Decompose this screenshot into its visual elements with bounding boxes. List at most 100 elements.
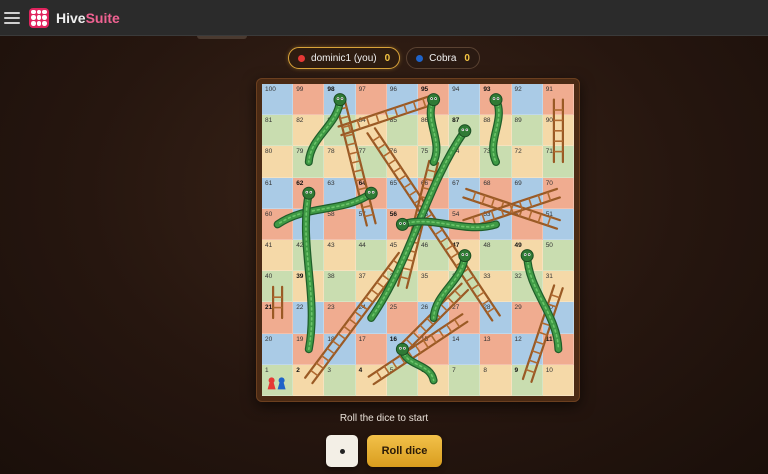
board-cell-98: 98 [324, 84, 356, 116]
player-score: 0 [464, 52, 470, 64]
board-cell-50: 50 [542, 239, 574, 272]
status-text: Roll the dice to start [339, 413, 429, 424]
board-cell-22: 22 [293, 302, 325, 334]
board-cell-29: 29 [511, 302, 543, 334]
board-cell-20: 20 [262, 333, 294, 365]
board-cell-13: 13 [480, 333, 512, 365]
board-cell-48: 48 [480, 239, 512, 272]
board-cell-53: 53 [480, 208, 512, 240]
board-cell-61: 61 [262, 177, 294, 209]
board-cell-84: 84 [355, 115, 387, 147]
player-color-dot [298, 54, 306, 62]
board-cell-46: 46 [417, 239, 450, 272]
board-cell-12: 12 [511, 333, 543, 365]
board-cell-67: 67 [449, 177, 481, 209]
board-cell-44: 44 [355, 239, 387, 272]
board-cell-39: 39 [293, 271, 325, 303]
board-cell-26: 26 [417, 302, 450, 334]
board-cell-58: 58 [324, 208, 356, 240]
board-cell-40: 40 [262, 271, 294, 303]
board-cell-66: 66 [417, 177, 450, 209]
player-pill-opponent: Cobra 0 [406, 47, 480, 69]
board-cell-15: 15 [417, 333, 450, 365]
board-cell-91: 91 [542, 84, 574, 116]
board-cell-27: 27 [449, 302, 481, 334]
players-bar: dominic1 (you) 0 Cobra 0 [0, 47, 768, 69]
board-cell-7: 7 [449, 364, 481, 396]
board-cell-9: 9 [511, 364, 543, 396]
board-cell-34: 34 [449, 271, 481, 303]
board-cell-8: 8 [480, 364, 512, 396]
board-cell-21: 21 [262, 302, 294, 334]
board-cell-1: 1 [262, 364, 294, 396]
die-face-icon[interactable] [326, 435, 358, 467]
board-grid: 100 99 98 97 96 95 94 93 92 91 81 82 83 84 85 86 87 88 89 9… [262, 84, 574, 396]
board-cell-32: 32 [511, 271, 543, 303]
board-cell-28: 28 [480, 302, 512, 334]
board-cell-62: 62 [293, 177, 325, 209]
board-cell-3: 3 [324, 364, 356, 396]
roll-dice-button[interactable]: Roll dice [367, 435, 442, 467]
board-cell-38: 38 [324, 271, 356, 303]
board-cell-45: 45 [386, 239, 418, 272]
board-cell-85: 85 [386, 115, 418, 147]
board-cell-96: 96 [386, 84, 418, 116]
board-cell-90: 90 [542, 115, 574, 147]
board-cell-2: 2 [293, 364, 325, 396]
controls: Roll dice [0, 435, 768, 467]
board-cell-72: 72 [511, 146, 543, 178]
board-cell-43: 43 [324, 239, 356, 272]
die-pip [339, 448, 345, 454]
board-cell-99: 99 [293, 84, 325, 116]
board-cell-19: 19 [293, 333, 325, 365]
board-cell-63: 63 [324, 177, 356, 209]
board-cell-92: 92 [511, 84, 543, 116]
board-cell-6: 6 [417, 364, 450, 396]
board-cell-97: 97 [355, 84, 387, 116]
player-score: 0 [384, 52, 391, 64]
board-cell-71: 71 [542, 146, 574, 178]
board-cell-87: 87 [449, 115, 481, 147]
board-cell-89: 89 [511, 115, 543, 147]
board-cell-64: 64 [355, 177, 387, 209]
nav-tab-indicator [197, 36, 247, 39]
board-cell-94: 94 [449, 84, 481, 116]
board-cell-86: 86 [417, 115, 450, 147]
board-cell-80: 80 [262, 146, 294, 178]
board-cell-74: 74 [449, 146, 481, 178]
board-cell-52: 52 [511, 208, 543, 240]
board-cell-70: 70 [542, 177, 574, 209]
board-cell-83: 83 [324, 115, 356, 147]
board-cell-68: 68 [480, 177, 512, 209]
menu-icon[interactable] [4, 11, 20, 24]
board-cell-60: 60 [262, 208, 294, 240]
board-cell-76: 76 [386, 146, 418, 178]
board-cell-55: 55 [417, 208, 450, 240]
board-cell-56: 56 [386, 208, 418, 240]
top-bar: HiveSuite [0, 0, 768, 36]
board-cell-25: 25 [386, 302, 418, 334]
board-cell-69: 69 [511, 177, 543, 209]
board-cell-5: 5 [386, 364, 418, 396]
player-pill-you: dominic1 (you) 0 [288, 47, 401, 69]
app-title[interactable]: HiveSuite [56, 10, 120, 26]
board-cell-11: 11 [542, 333, 574, 365]
board-cell-65: 65 [386, 177, 418, 209]
player-name: Cobra [429, 52, 457, 64]
board-cell-88: 88 [480, 115, 512, 147]
board-cell-37: 37 [355, 271, 387, 303]
board-cell-93: 93 [480, 84, 512, 116]
board-cell-59: 59 [293, 208, 325, 240]
board-cell-24: 24 [355, 302, 387, 334]
board-cell-79: 79 [293, 146, 325, 178]
board-frame: 100 99 98 97 96 95 94 93 92 91 81 82 83 84 85 86 87 88 89 9… [256, 78, 580, 402]
board-cell-57: 57 [355, 208, 387, 240]
board-cell-75: 75 [417, 146, 450, 178]
board-cell-17: 17 [355, 333, 387, 365]
board-cell-4: 4 [355, 364, 387, 396]
board-cell-33: 33 [480, 271, 512, 303]
board-cell-14: 14 [449, 333, 481, 365]
board-cell-73: 73 [480, 146, 512, 178]
board-cell-35: 35 [417, 271, 450, 303]
board-cell-95: 95 [417, 84, 450, 116]
